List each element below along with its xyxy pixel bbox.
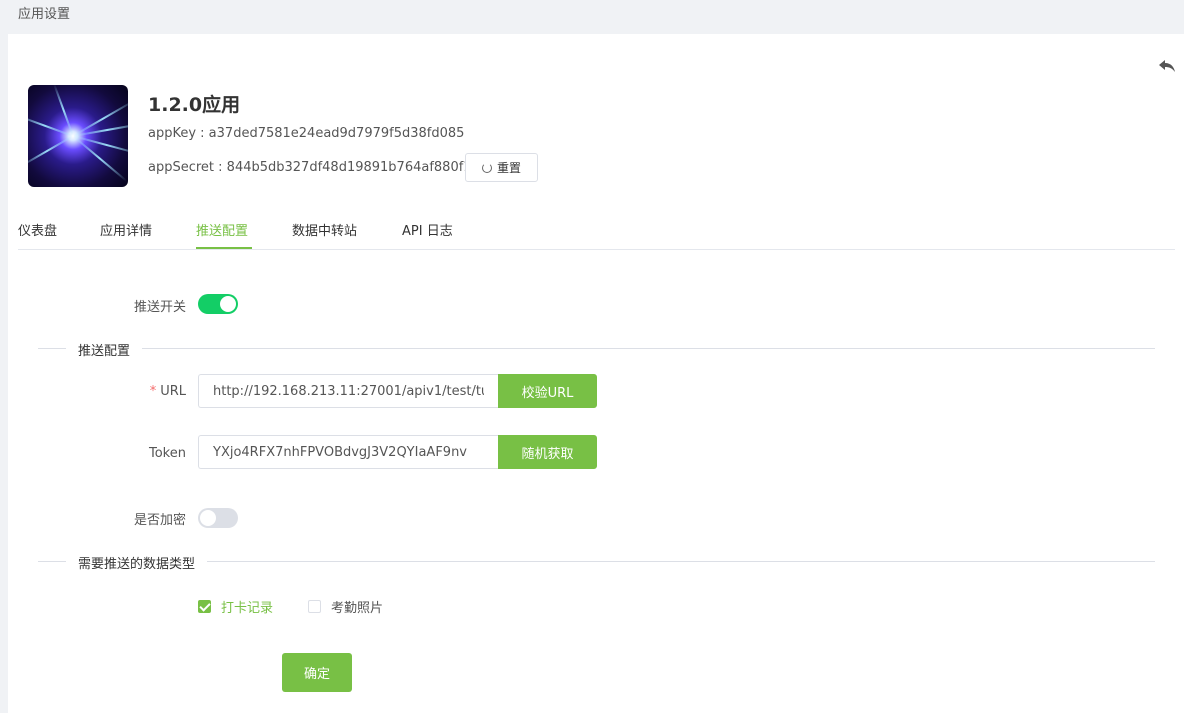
push-switch-label: 推送开关 [133,300,186,315]
tab-data-relay[interactable]: 数据中转站 [292,220,357,239]
checkbox-punch-records-label: 打卡记录 [221,601,274,616]
checkbox-punch-records[interactable]: 打卡记录 [198,597,273,616]
url-label-text: URL [160,384,186,399]
app-key: appKey : a37ded7581e24ead9d7979f5d38fd08… [148,126,465,141]
empty-checkbox-icon [308,600,321,613]
token-input-group: 随机获取 [198,435,597,469]
url-input[interactable] [198,374,498,408]
token-input[interactable] [198,435,498,469]
reply-arrow-icon[interactable] [1158,58,1176,74]
push-toggle[interactable] [198,294,238,314]
confirm-button[interactable]: 确定 [282,653,352,692]
reset-secret-button[interactable]: 重置 [465,153,538,182]
push-config-divider [38,348,1155,349]
page-breadcrumb-title: 应用设置 [0,0,1184,34]
encrypt-toggle[interactable] [198,508,238,528]
check-icon [198,600,211,613]
checkbox-attendance-photos[interactable]: 考勤照片 [308,597,383,616]
app-secret: appSecret : 844b5db327df48d19891b764af88… [148,160,480,175]
push-toggle-knob [220,296,236,312]
data-types-divider-text: 需要推送的数据类型 [66,553,208,572]
push-config-divider-text: 推送配置 [66,340,143,359]
tab-push-config[interactable]: 推送配置 [196,220,248,239]
app-name: 1.2.0应用 [148,94,241,116]
tab-dashboard[interactable]: 仪表盘 [18,220,57,239]
app-thumbnail [28,85,128,187]
encrypt-switch-label: 是否加密 [133,513,186,528]
token-label: Token [149,446,186,461]
tab-bar: 仪表盘 应用详情 推送配置 数据中转站 API 日志 [18,208,1175,250]
verify-url-button[interactable]: 校验URL [498,374,597,408]
url-input-group: 校验URL [198,374,597,408]
checkbox-attendance-photos-label: 考勤照片 [331,601,384,616]
app-settings-panel: 1.2.0应用 appKey : a37ded7581e24ead9d7979f… [8,34,1184,713]
url-label: * URL [98,384,186,399]
tab-app-details[interactable]: 应用详情 [100,220,152,239]
required-mark: * [149,384,157,399]
refresh-icon [481,162,492,173]
encrypt-toggle-knob [200,510,216,526]
active-tab-indicator [196,247,252,249]
random-token-button[interactable]: 随机获取 [498,435,597,469]
tab-api-log[interactable]: API 日志 [402,220,453,239]
reset-label: 重置 [496,161,521,175]
